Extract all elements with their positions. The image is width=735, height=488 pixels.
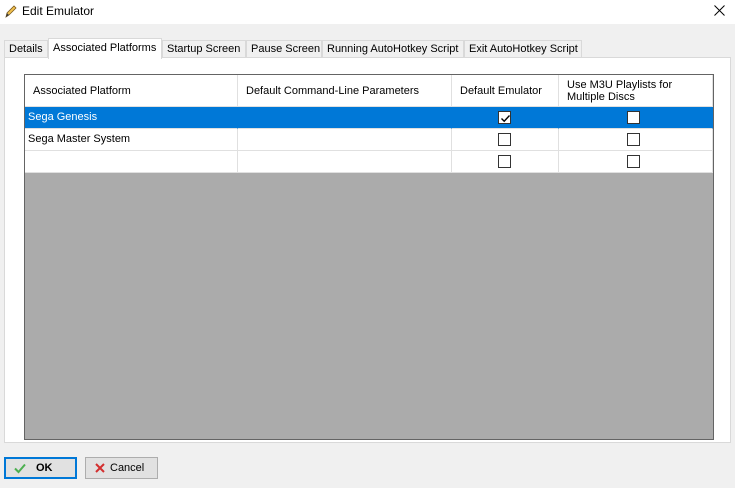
platform-cell[interactable]: Sega Genesis	[25, 107, 238, 129]
parameters-cell[interactable]	[238, 151, 452, 173]
parameters-cell[interactable]	[238, 107, 452, 129]
table-row[interactable]	[25, 151, 713, 173]
default-emulator-cell	[452, 129, 559, 151]
cancel-label: Cancel	[110, 462, 145, 474]
pencil-icon	[4, 3, 18, 19]
platform-cell[interactable]: Sega Master System	[25, 129, 238, 151]
tab-strip: Details Associated Platforms Startup Scr…	[4, 38, 731, 59]
platforms-grid[interactable]: Associated Platform Default Command-Line…	[24, 74, 714, 440]
use-m3u-cell	[559, 107, 713, 129]
tab-details[interactable]: Details	[4, 40, 48, 58]
default-emulator-cell	[452, 107, 559, 129]
default-emulator-cell	[452, 151, 559, 173]
use-m3u-cell	[559, 151, 713, 173]
ok-label: OK	[36, 462, 53, 474]
use-m3u-checkbox[interactable]	[627, 155, 640, 168]
tab-pause-screen[interactable]: Pause Screen	[246, 40, 322, 58]
ok-button[interactable]: OK	[4, 457, 77, 479]
table-row[interactable]: Sega Master System	[25, 129, 713, 151]
close-button[interactable]	[703, 0, 735, 22]
default-emulator-checkbox[interactable]	[498, 155, 511, 168]
checkmark-icon	[501, 115, 511, 123]
parameters-cell[interactable]	[238, 129, 452, 151]
tab-exit-autohotkey-script[interactable]: Exit AutoHotkey Script	[464, 40, 582, 58]
associated-platforms-panel: Associated Platform Default Command-Line…	[4, 57, 731, 443]
title-bar: Edit Emulator	[0, 0, 735, 24]
default-emulator-checkbox[interactable]	[498, 111, 511, 124]
close-icon	[714, 5, 725, 16]
column-header-associated-platform[interactable]: Associated Platform	[25, 75, 238, 107]
x-icon	[94, 462, 106, 474]
table-row[interactable]: Sega Genesis	[25, 107, 713, 129]
grid-header: Associated Platform Default Command-Line…	[25, 75, 713, 107]
platform-cell[interactable]	[25, 151, 238, 173]
use-m3u-checkbox[interactable]	[627, 133, 640, 146]
tab-associated-platforms[interactable]: Associated Platforms	[48, 38, 162, 59]
column-header-default-emulator[interactable]: Default Emulator	[452, 75, 559, 107]
checkmark-icon	[14, 462, 26, 474]
window-title: Edit Emulator	[22, 4, 95, 18]
use-m3u-cell	[559, 129, 713, 151]
tab-startup-screen[interactable]: Startup Screen	[162, 40, 246, 58]
cancel-button[interactable]: Cancel	[85, 457, 158, 479]
use-m3u-checkbox[interactable]	[627, 111, 640, 124]
default-emulator-checkbox[interactable]	[498, 133, 511, 146]
column-header-use-m3u-playlists[interactable]: Use M3U Playlists for Multiple Discs	[559, 75, 713, 107]
column-header-command-line-parameters[interactable]: Default Command-Line Parameters	[238, 75, 452, 107]
tab-running-autohotkey-script[interactable]: Running AutoHotkey Script	[322, 40, 464, 58]
